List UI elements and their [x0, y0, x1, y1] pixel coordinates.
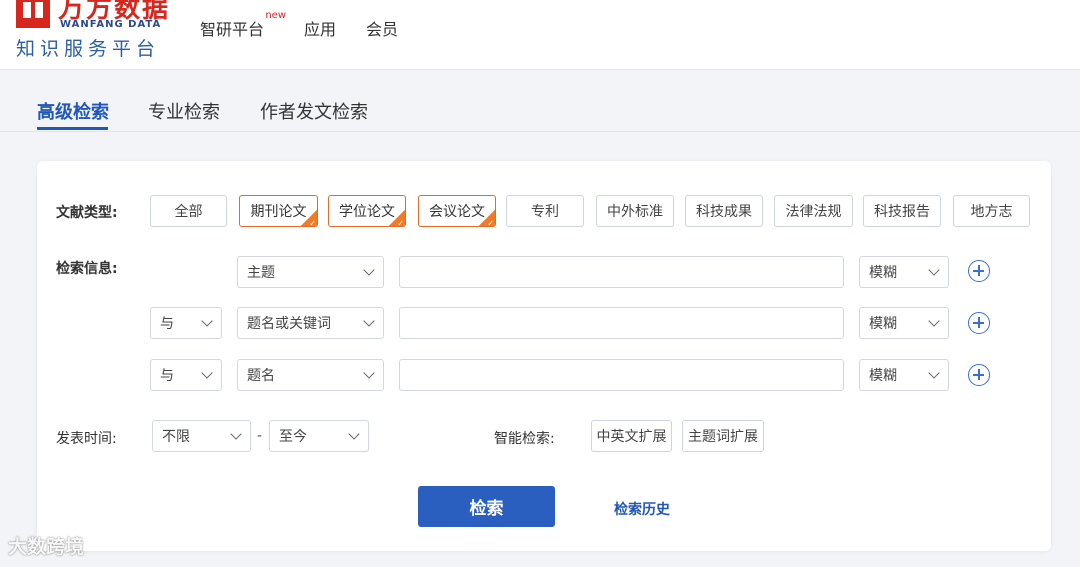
date-to-select[interactable]: 至今 — [269, 420, 369, 452]
doc-type-all[interactable]: 全部 — [150, 195, 227, 227]
logic-select-value: 与 — [160, 368, 174, 384]
field-select-value: 主题 — [247, 265, 275, 281]
wanfang-logo-mark-icon — [16, 0, 50, 28]
add-row-plus-icon[interactable] — [968, 364, 990, 386]
nav-item-label: 会员 — [366, 20, 399, 39]
doc-type-local-chronicle[interactable]: 地方志 — [953, 195, 1030, 227]
search-input-1[interactable] — [399, 256, 844, 288]
doc-type-journal[interactable]: 期刊论文 — [239, 195, 318, 227]
doc-type-label-text: 科技成果 — [696, 204, 752, 220]
top-header: 万方数据 WANFANG DATA 知识服务平台 智研平台 new 应用 会员 — [0, 0, 1080, 70]
match-select-1[interactable]: 模糊 — [859, 256, 949, 288]
publish-date-label: 发表时间: — [56, 431, 117, 447]
match-select-value: 模糊 — [869, 368, 897, 384]
tab-author-search[interactable]: 作者发文检索 — [260, 98, 368, 124]
nav-item-zhiyan[interactable]: 智研平台 new — [200, 10, 286, 40]
match-select-3[interactable]: 模糊 — [859, 359, 949, 391]
subject-term-expand-button[interactable]: 主题词扩展 — [682, 420, 764, 452]
doc-type-label-text: 会议论文 — [429, 204, 485, 220]
logic-select-value: 与 — [160, 316, 174, 332]
nav-item-label: 智研平台 — [200, 20, 265, 39]
nav-item-member[interactable]: 会员 — [366, 16, 398, 40]
add-row-plus-icon[interactable] — [968, 312, 990, 334]
doc-type-label: 文献类型: — [56, 205, 118, 221]
nav-item-label: 应用 — [304, 20, 337, 39]
match-select-value: 模糊 — [869, 265, 897, 281]
active-tab-indicator — [37, 127, 108, 130]
field-select-2[interactable]: 题名或关键词 — [237, 307, 384, 339]
chevron-down-icon — [928, 367, 940, 379]
watermark-text: 大数跨境 — [8, 536, 85, 558]
logic-select-3[interactable]: 与 — [150, 359, 222, 391]
tab-professional-search[interactable]: 专业检索 — [148, 98, 220, 124]
doc-type-label-text: 全部 — [174, 204, 203, 220]
main-nav: 智研平台 new 应用 会员 — [200, 10, 428, 40]
selected-check-icon — [389, 210, 405, 226]
new-badge: new — [265, 10, 287, 21]
doc-type-label-text: 专利 — [531, 204, 559, 220]
doc-type-achievement[interactable]: 科技成果 — [685, 195, 763, 227]
field-select-1[interactable]: 主题 — [237, 256, 384, 288]
doc-type-thesis[interactable]: 学位论文 — [328, 195, 406, 227]
smart-option-label: 主题词扩展 — [688, 429, 758, 445]
date-from-select[interactable]: 不限 — [152, 420, 251, 452]
logo-tagline: 知识服务平台 — [16, 38, 161, 60]
date-range-separator: - — [257, 428, 263, 444]
match-select-value: 模糊 — [869, 316, 897, 332]
search-button[interactable]: 检索 — [418, 486, 555, 527]
logo-name-en: WANFANG DATA — [60, 19, 162, 30]
field-select-value: 题名或关键词 — [247, 316, 331, 332]
search-history-link[interactable]: 检索历史 — [614, 499, 670, 519]
doc-type-label-text: 科技报告 — [874, 204, 930, 220]
chevron-down-icon — [201, 315, 213, 327]
chevron-down-icon — [928, 264, 940, 276]
nav-item-apps[interactable]: 应用 — [304, 16, 336, 40]
chevron-down-icon — [201, 367, 213, 379]
doc-type-label-text: 法律法规 — [785, 204, 842, 220]
add-row-plus-icon[interactable] — [968, 260, 990, 282]
doc-type-patent[interactable]: 专利 — [506, 195, 584, 227]
selected-check-icon — [479, 210, 495, 226]
search-input-3[interactable] — [399, 359, 844, 391]
chevron-down-icon — [363, 264, 375, 276]
advanced-search-panel: 文献类型: 全部 期刊论文 学位论文 会议论文 专利 中外标准 科技成果 法律法… — [37, 161, 1051, 551]
watermark: 大数跨境 — [8, 532, 84, 559]
selected-check-icon — [301, 210, 317, 226]
chevron-down-icon — [363, 315, 375, 327]
doc-type-law[interactable]: 法律法规 — [774, 195, 853, 227]
date-to-value: 至今 — [279, 429, 307, 445]
doc-type-label-text: 中外标准 — [607, 204, 663, 220]
chevron-down-icon — [363, 367, 375, 379]
smart-search-label: 智能检索: — [494, 431, 555, 447]
search-mode-tabs: 高级检索 专业检索 作者发文检索 — [0, 70, 1080, 132]
doc-type-standard[interactable]: 中外标准 — [596, 195, 674, 227]
wanfang-logo[interactable]: 万方数据 WANFANG DATA 知识服务平台 — [16, 0, 176, 62]
cn-en-expand-button[interactable]: 中英文扩展 — [591, 420, 672, 452]
doc-type-label-text: 地方志 — [970, 204, 1013, 220]
date-from-value: 不限 — [162, 429, 190, 445]
tab-advanced-search[interactable]: 高级检索 — [37, 98, 109, 124]
chevron-down-icon — [348, 428, 360, 440]
doc-type-tech-report[interactable]: 科技报告 — [863, 195, 941, 227]
field-select-3[interactable]: 题名 — [237, 359, 384, 391]
doc-type-label-text: 学位论文 — [339, 204, 395, 220]
field-select-value: 题名 — [247, 368, 275, 384]
chevron-down-icon — [230, 428, 242, 440]
match-select-2[interactable]: 模糊 — [859, 307, 949, 339]
search-info-label: 检索信息: — [56, 261, 118, 277]
smart-option-label: 中英文扩展 — [596, 429, 667, 445]
doc-type-conference[interactable]: 会议论文 — [418, 195, 496, 227]
chevron-down-icon — [928, 315, 940, 327]
search-input-2[interactable] — [399, 307, 844, 339]
logic-select-2[interactable]: 与 — [150, 307, 222, 339]
doc-type-label-text: 期刊论文 — [250, 204, 307, 220]
